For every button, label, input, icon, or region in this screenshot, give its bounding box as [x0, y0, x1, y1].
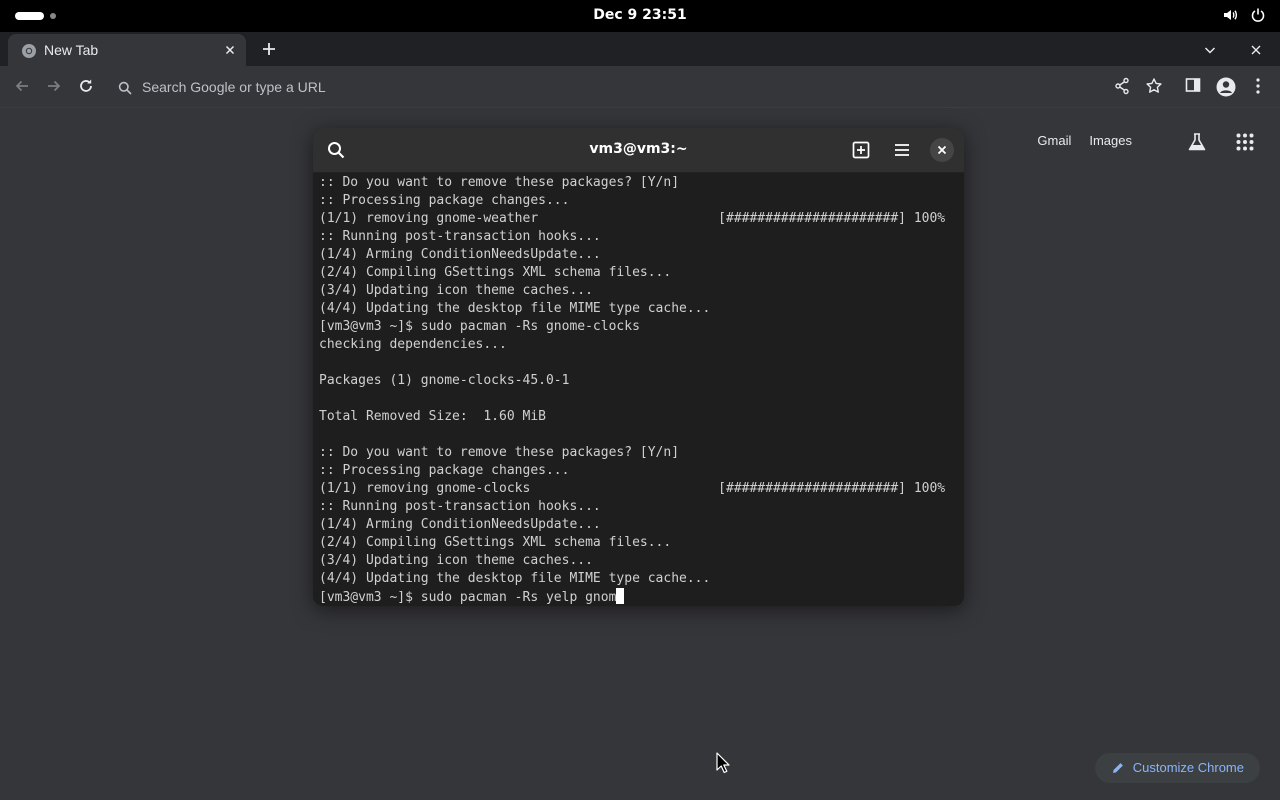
images-link[interactable]: Images: [1089, 133, 1132, 148]
mouse-pointer-icon: [716, 752, 730, 778]
profile-avatar-icon[interactable]: [1216, 77, 1236, 101]
new-tab-plus-icon[interactable]: [260, 40, 278, 62]
tab-search-chevron-down-icon[interactable]: [1203, 42, 1217, 61]
ntp-links: Gmail Images: [1037, 133, 1132, 148]
reload-icon[interactable]: [77, 77, 95, 99]
text-cursor: [616, 588, 625, 604]
terminal-line: :: Do you want to remove these packages?…: [319, 445, 680, 460]
terminal-line: :: Processing package changes...: [319, 193, 570, 208]
close-button[interactable]: [930, 138, 954, 162]
chrome-icon: [21, 43, 37, 63]
terminal-line: (4/4) Updating the desktop file MIME typ…: [319, 571, 711, 586]
terminal-line: (2/4) Compiling GSettings XML schema fil…: [319, 265, 672, 280]
terminal-line: (1/4) Arming ConditionNeedsUpdate...: [319, 517, 601, 532]
side-panel-icon[interactable]: [1185, 77, 1201, 97]
tab-strip: New Tab: [0, 32, 1280, 66]
gnome-top-bar: Dec 9 23:51: [0, 0, 1280, 32]
terminal-line: Total Removed Size: 1.60 MiB: [319, 409, 546, 424]
customize-chrome-label: Customize Chrome: [1132, 760, 1244, 775]
hamburger-menu-icon[interactable]: [893, 141, 911, 163]
terminal-line: [vm3@vm3 ~]$ sudo pacman -Rs gnome-clock…: [319, 319, 640, 334]
share-icon[interactable]: [1114, 77, 1130, 99]
system-tray[interactable]: [1222, 7, 1266, 23]
google-apps-grid-icon[interactable]: [1236, 133, 1254, 155]
gmail-link[interactable]: Gmail: [1037, 133, 1071, 148]
labs-flask-icon[interactable]: [1186, 132, 1208, 156]
terminal-line: (4/4) Updating the desktop file MIME typ…: [319, 301, 711, 316]
terminal-line: checking dependencies...: [319, 337, 507, 352]
terminal-prompt-line[interactable]: [vm3@vm3 ~]$ sudo pacman -Rs yelp gnom: [319, 588, 959, 606]
power-icon[interactable]: [1250, 7, 1266, 23]
browser-toolbar: Search Google or type a URL: [0, 66, 1280, 108]
terminal-line: (2/4) Compiling GSettings XML schema fil…: [319, 535, 672, 550]
terminal-line: Packages (1) gnome-clocks-45.0-1: [319, 373, 570, 388]
terminal-prompt-input[interactable]: [vm3@vm3 ~]$ sudo pacman -Rs yelp gnom: [319, 590, 616, 605]
bookmark-star-icon[interactable]: [1145, 77, 1163, 99]
terminal-line: :: Do you want to remove these packages?…: [319, 175, 680, 190]
back-arrow-icon[interactable]: [13, 77, 31, 99]
terminal-line: (1/1) removing gnome-clocks [###########…: [319, 481, 946, 496]
terminal-header-bar[interactable]: vm3@vm3:~: [313, 128, 964, 173]
pencil-icon: [1112, 763, 1123, 773]
terminal-window[interactable]: vm3@vm3:~ :: Do you want to remove these…: [313, 128, 964, 606]
volume-icon[interactable]: [1222, 7, 1238, 23]
clock[interactable]: Dec 9 23:51: [0, 7, 1280, 23]
omnibox[interactable]: Search Google or type a URL: [106, 71, 1136, 103]
terminal-line: (3/4) Updating icon theme caches...: [319, 553, 593, 568]
new-tab-icon[interactable]: [852, 141, 870, 163]
terminal-line: :: Running post-transaction hooks...: [319, 229, 601, 244]
window-close-icon[interactable]: [1249, 42, 1263, 61]
close-icon: [937, 145, 947, 155]
terminal-line: (1/1) removing gnome-weather [##########…: [319, 211, 946, 226]
terminal-line: :: Processing package changes...: [319, 463, 570, 478]
terminal-line: :: Running post-transaction hooks...: [319, 499, 601, 514]
customize-chrome-button[interactable]: Customize Chrome: [1094, 753, 1260, 783]
tab-title: New Tab: [44, 42, 99, 58]
tab-new-tab[interactable]: New Tab: [8, 34, 246, 66]
kebab-menu-icon[interactable]: [1252, 77, 1264, 99]
search-icon: [118, 80, 132, 99]
forward-arrow-icon[interactable]: [45, 77, 63, 99]
terminal-line: (3/4) Updating icon theme caches...: [319, 283, 593, 298]
terminal-line: (1/4) Arming ConditionNeedsUpdate...: [319, 247, 601, 262]
terminal-output[interactable]: :: Do you want to remove these packages?…: [319, 174, 959, 606]
tab-close-icon[interactable]: [222, 42, 238, 58]
omnibox-placeholder: Search Google or type a URL: [142, 79, 326, 95]
